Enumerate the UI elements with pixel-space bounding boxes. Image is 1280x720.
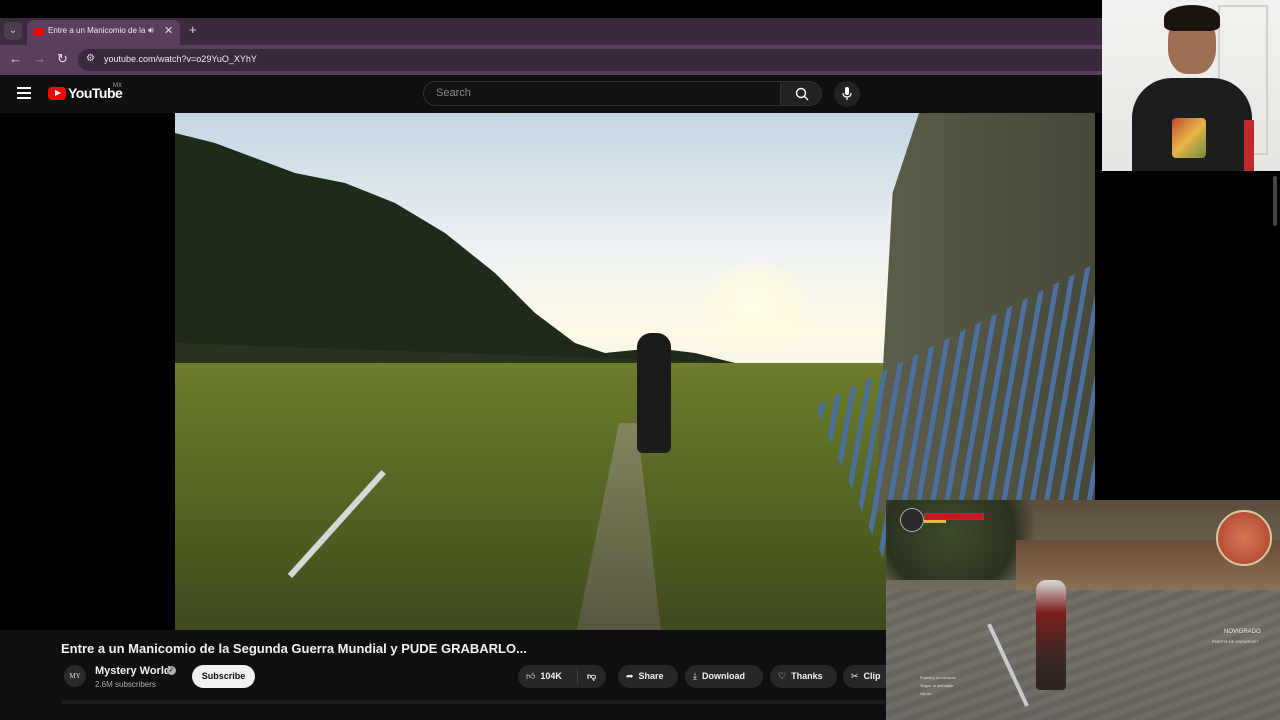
webcam-shirt-print bbox=[1172, 118, 1206, 158]
video-treeline bbox=[175, 133, 735, 373]
video-walking-person bbox=[637, 333, 671, 453]
tab-close-icon[interactable]: ✕ bbox=[164, 24, 173, 37]
webcam-overlay bbox=[1102, 0, 1280, 171]
webcam-jacket-stripe bbox=[1244, 120, 1254, 171]
wolf-medallion-icon bbox=[900, 508, 924, 532]
channel-avatar[interactable]: MY bbox=[64, 665, 86, 687]
youtube-favicon-icon bbox=[34, 28, 44, 36]
youtube-header: YouTube MX bbox=[0, 75, 1102, 113]
page-scrollbar[interactable] bbox=[1270, 171, 1280, 500]
subscriber-count: 2.6M subscribers bbox=[95, 680, 156, 689]
share-button[interactable]: ➦ Share bbox=[618, 665, 678, 688]
clip-label: Clip bbox=[863, 671, 881, 681]
verified-check-icon: ✓ bbox=[167, 666, 176, 675]
microphone-icon bbox=[842, 87, 852, 100]
thanks-button[interactable]: ♡ Thanks bbox=[770, 665, 837, 688]
tab-search-button[interactable]: ⌄ bbox=[4, 22, 22, 40]
share-label: Share bbox=[638, 671, 664, 681]
speaker-icon[interactable]: 🔊︎ bbox=[148, 25, 154, 36]
game-location-name: NOVIGRADO bbox=[1224, 629, 1261, 635]
game-health-bar bbox=[924, 513, 984, 520]
video-title: Entre a un Manicomio de la Segunda Guerr… bbox=[61, 641, 527, 656]
tab-title: Entre a un Manicomio de la bbox=[48, 26, 146, 35]
new-tab-button[interactable]: + bbox=[189, 22, 197, 37]
share-arrow-icon: ➦ bbox=[626, 671, 634, 681]
tune-icon[interactable]: ⚙ bbox=[86, 53, 95, 64]
channel-name[interactable]: Mystery World bbox=[95, 665, 171, 677]
thanks-heart-icon: ♡ bbox=[778, 671, 787, 681]
scissors-icon: ✂ bbox=[851, 671, 859, 681]
browser-tab-active[interactable]: Entre a un Manicomio de la 🔊︎ ✕ bbox=[27, 20, 180, 45]
thumbs-down-icon[interactable]: 👎︎ bbox=[587, 665, 596, 688]
game-quest-item: Seguir al mercader bbox=[920, 683, 954, 688]
game-cobblestone bbox=[886, 590, 1280, 720]
download-label: Download bbox=[701, 671, 745, 681]
thumbs-up-icon[interactable]: 👍︎ bbox=[526, 665, 535, 688]
game-quest-item: Puerta y un encanto bbox=[920, 675, 956, 680]
country-code: MX bbox=[113, 83, 122, 89]
scrollbar-thumb[interactable] bbox=[1273, 176, 1277, 226]
game-quest-item: Ver en bbox=[920, 691, 932, 696]
hamburger-icon[interactable] bbox=[17, 87, 31, 99]
game-stamina-bar bbox=[924, 520, 946, 523]
browser-toolbar: ← → ↻ ⚙ youtube.com/watch?v=o29YuO_XYhY bbox=[0, 45, 1102, 75]
game-overlay: NOVIGRADO PUERTA DE GNOMFURT Puerta y un… bbox=[886, 500, 1280, 720]
game-quest-list: Puerta y un encanto Seguir al mercader V… bbox=[920, 674, 956, 698]
search-icon bbox=[795, 87, 809, 101]
game-sublocation: PUERTA DE GNOMFURT bbox=[1212, 639, 1259, 644]
video-metadata: Entre a un Manicomio de la Segunda Guerr… bbox=[0, 630, 898, 720]
arrow-left-icon[interactable]: ← bbox=[9, 51, 22, 66]
game-character bbox=[1036, 580, 1066, 690]
search-button[interactable] bbox=[781, 81, 822, 106]
reload-icon[interactable]: ↻ bbox=[57, 51, 68, 67]
download-icon: ⤓ bbox=[693, 671, 697, 681]
game-minimap bbox=[1216, 510, 1272, 566]
search-input[interactable] bbox=[434, 86, 768, 100]
description-edge bbox=[61, 700, 886, 704]
download-button[interactable]: ⤓ Download bbox=[685, 665, 763, 688]
like-divider bbox=[577, 669, 578, 684]
search-box bbox=[423, 81, 781, 106]
thanks-label: Thanks bbox=[791, 671, 823, 681]
like-dislike-group: 👍︎ 104K 👎︎ bbox=[518, 665, 606, 688]
subscribe-button[interactable]: Subscribe bbox=[192, 665, 255, 688]
voice-search-button[interactable] bbox=[834, 81, 860, 107]
youtube-logo-icon[interactable] bbox=[48, 87, 66, 100]
url-text[interactable]: youtube.com/watch?v=o29YuO_XYhY bbox=[104, 54, 257, 64]
arrow-right-icon[interactable]: → bbox=[33, 51, 46, 66]
like-count[interactable]: 104K bbox=[540, 671, 562, 681]
webcam-person-hair bbox=[1164, 5, 1220, 31]
address-bar[interactable]: ⚙ youtube.com/watch?v=o29YuO_XYhY bbox=[78, 49, 1102, 71]
browser-tabstrip: ⌄ Entre a un Manicomio de la 🔊︎ ✕ + bbox=[0, 18, 1102, 45]
